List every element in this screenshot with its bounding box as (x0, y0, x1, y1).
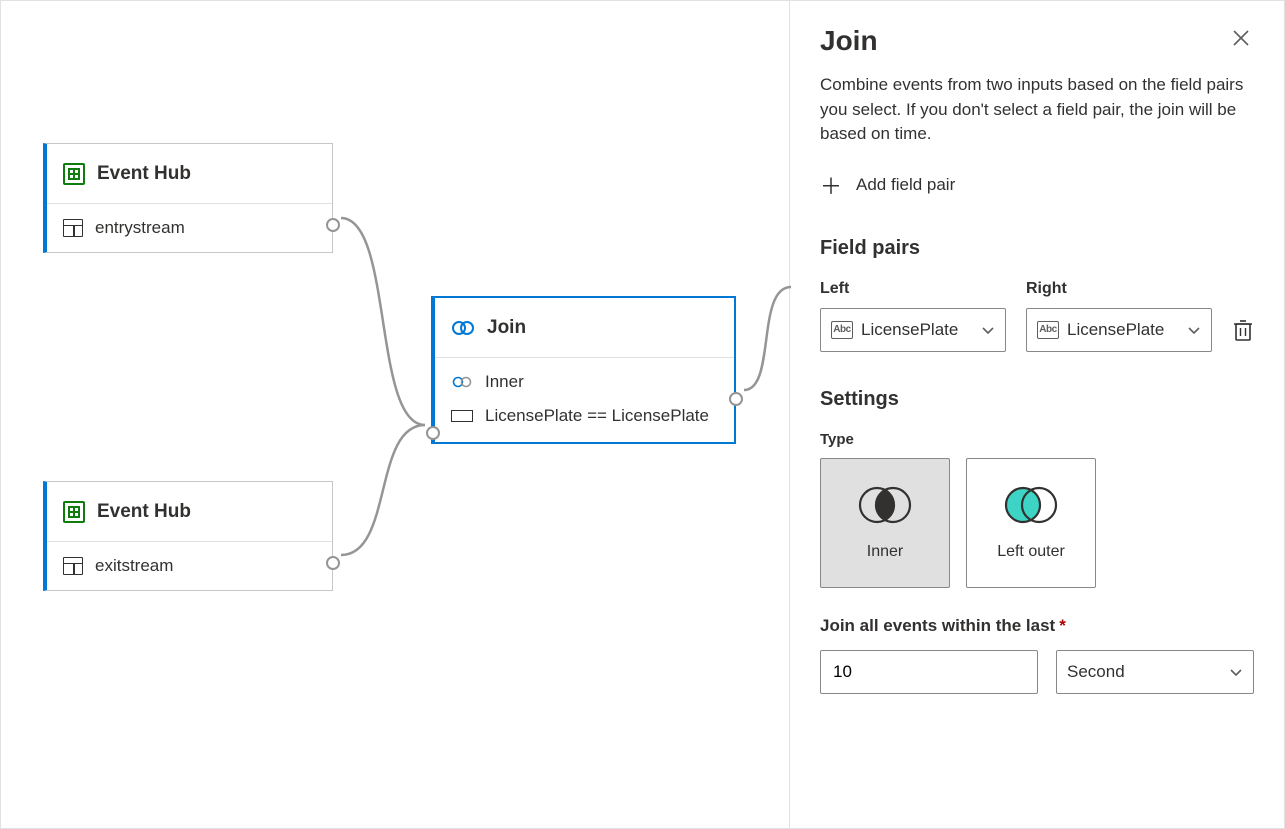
time-unit-value: Second (1067, 662, 1125, 682)
string-type-icon: Abc (1037, 321, 1059, 339)
join-type-inner[interactable]: Inner (820, 458, 950, 588)
time-unit-dropdown[interactable]: Second (1056, 650, 1254, 694)
close-button[interactable] (1228, 25, 1254, 55)
node-name: exitstream (95, 556, 173, 576)
event-hub-icon (63, 163, 85, 185)
join-kind: Inner (485, 372, 524, 392)
panel-title: Join (820, 25, 878, 57)
join-type-icon (451, 376, 473, 388)
string-type-icon: Abc (831, 321, 853, 339)
node-name: entrystream (95, 218, 185, 238)
left-field-value: LicensePlate (861, 320, 958, 340)
left-label: Left (820, 280, 1006, 298)
panel-description: Combine events from two inputs based on … (820, 73, 1254, 147)
properties-panel: Join Combine events from two inputs base… (789, 1, 1284, 828)
node-body: exitstream (47, 542, 332, 590)
node-body: Inner LicensePlate == LicensePlate (435, 358, 734, 442)
node-join[interactable]: Join Inner LicensePlate == LicensePlate (431, 296, 736, 444)
input-port[interactable] (426, 426, 440, 440)
settings-section: Settings Type Inner (820, 388, 1254, 694)
chevron-down-icon (981, 323, 995, 337)
add-field-pair-label: Add field pair (856, 175, 955, 195)
close-icon (1232, 29, 1250, 47)
node-header: Event Hub (47, 144, 332, 204)
table-icon (63, 219, 83, 237)
output-port[interactable] (326, 218, 340, 232)
node-header: Event Hub (47, 482, 332, 542)
node-body: entrystream (47, 204, 332, 252)
flow-canvas[interactable]: Event Hub entrystream Event Hub exitstre… (1, 1, 789, 828)
type-label: Type (820, 431, 1254, 448)
time-value-input[interactable] (820, 650, 1038, 694)
add-field-pair-button[interactable]: ＋ Add field pair (820, 169, 955, 201)
node-type-label: Event Hub (97, 163, 191, 185)
delete-pair-button[interactable] (1232, 318, 1254, 342)
node-type-label: Join (487, 317, 526, 339)
output-port[interactable] (729, 392, 743, 406)
plus-icon: ＋ (820, 169, 842, 201)
venn-left-outer-icon (999, 485, 1063, 525)
venn-inner-icon (853, 485, 917, 525)
output-port[interactable] (326, 556, 340, 570)
field-pairs-section: Field pairs Left Abc LicensePlate (820, 237, 1254, 352)
required-indicator: * (1059, 616, 1066, 635)
table-icon (63, 557, 83, 575)
chevron-down-icon (1187, 323, 1201, 337)
join-expression: LicensePlate == LicensePlate (485, 406, 709, 426)
event-hub-icon (63, 501, 85, 523)
join-icon (451, 320, 475, 336)
node-event-hub-exit[interactable]: Event Hub exitstream (43, 481, 333, 591)
chevron-down-icon (1229, 665, 1243, 679)
node-event-hub-entry[interactable]: Event Hub entrystream (43, 143, 333, 253)
join-type-left-outer[interactable]: Left outer (966, 458, 1096, 588)
right-field-dropdown[interactable]: Abc LicensePlate (1026, 308, 1212, 352)
time-window-label: Join all events within the last* (820, 616, 1254, 636)
right-field-value: LicensePlate (1067, 320, 1164, 340)
section-title: Settings (820, 388, 1254, 411)
left-field-dropdown[interactable]: Abc LicensePlate (820, 308, 1006, 352)
expression-icon (451, 410, 473, 422)
right-label: Right (1026, 280, 1212, 298)
node-type-label: Event Hub (97, 501, 191, 523)
section-title: Field pairs (820, 237, 1254, 260)
type-option-label: Left outer (997, 543, 1065, 561)
type-option-label: Inner (867, 543, 903, 561)
node-header: Join (435, 298, 734, 358)
